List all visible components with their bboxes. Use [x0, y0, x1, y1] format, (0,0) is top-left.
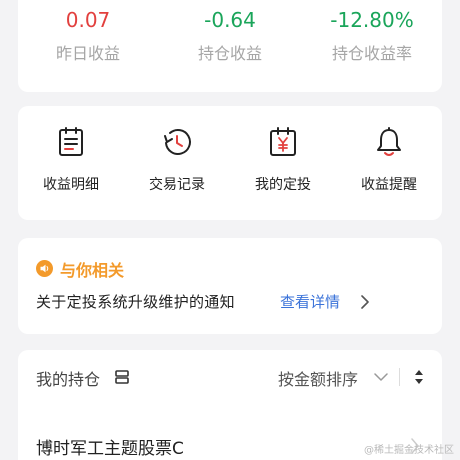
profit-summary-card: 0.07 昨日收益 -0.64 持仓收益 -12.80% 持仓收益率 — [18, 0, 442, 92]
yesterday-profit-value: 0.07 — [65, 8, 111, 32]
sort-by-amount-dropdown[interactable]: 按金额排序 — [278, 366, 358, 390]
holding-profit-rate-label: 持仓收益率 — [331, 44, 412, 63]
yesterday-profit-label: 昨日收益 — [55, 44, 120, 63]
shortcut-trade-record[interactable]: 交易记录 — [124, 106, 230, 220]
view-details-link[interactable]: 查看详情 — [280, 291, 340, 312]
shortcut-profit-detail[interactable]: 收益明细 — [18, 106, 124, 220]
document-icon — [59, 127, 83, 156]
shortcut-my-auto-invest-label: 我的定投 — [255, 177, 311, 193]
shortcut-trade-record-label: 交易记录 — [149, 177, 205, 193]
notice-text: 关于定投系统升级维护的通知 — [36, 293, 235, 311]
sort-order-icon[interactable] — [414, 367, 424, 387]
sort-divider — [399, 368, 400, 386]
holding-profit-rate-value: -12.80% — [330, 8, 414, 32]
chevron-right-icon — [361, 295, 369, 309]
bell-icon — [377, 127, 401, 156]
holdings-title: 我的持仓 — [36, 370, 101, 389]
holding-profit-value: -0.64 — [204, 8, 256, 32]
history-clock-icon — [164, 128, 191, 155]
shortcut-profit-reminder-label: 收益提醒 — [361, 177, 417, 193]
speaker-icon — [36, 260, 53, 277]
holding-profit-label: 持仓收益 — [197, 44, 262, 63]
notice-title: 与你相关 — [60, 261, 125, 280]
chevron-down-icon[interactable] — [373, 372, 389, 382]
calendar-yen-icon — [270, 127, 296, 156]
shortcuts-card: 收益明细 交易记录 我的定投 收益提醒 — [18, 106, 442, 220]
shortcut-my-auto-invest[interactable]: 我的定投 — [230, 106, 336, 220]
view-toggle-icon[interactable] — [114, 369, 130, 385]
notice-card[interactable]: 与你相关 关于定投系统升级维护的通知 查看详情 — [18, 238, 442, 334]
watermark: @稀土掘金技术社区 — [364, 445, 454, 456]
fund-name[interactable]: 博时军工主题股票C — [36, 434, 184, 459]
shortcut-profit-detail-label: 收益明细 — [43, 177, 99, 193]
shortcut-profit-reminder[interactable]: 收益提醒 — [336, 106, 442, 220]
